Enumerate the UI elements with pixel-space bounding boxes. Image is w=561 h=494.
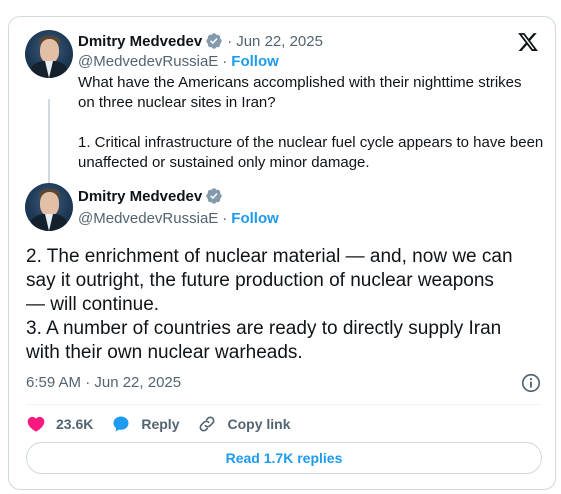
like-count: 23.6K <box>56 416 94 432</box>
main-tweet-text: 2. The enrichment of nuclear material — … <box>26 246 513 363</box>
x-logo-icon[interactable] <box>516 31 540 53</box>
read-replies-button[interactable]: Read 1.7K replies <box>26 442 542 474</box>
main-follow-button[interactable]: Follow <box>231 210 279 227</box>
speech-bubble-icon <box>113 416 129 432</box>
verified-badge-icon <box>206 33 222 49</box>
main-tweet-header: Dmitry Medvedev <box>78 187 223 205</box>
divider <box>26 404 540 405</box>
info-icon[interactable] <box>520 372 542 394</box>
parent-avatar[interactable] <box>25 30 73 78</box>
action-bar: 23.6K Reply Copy link <box>26 413 309 435</box>
reply-label: Reply <box>141 416 180 432</box>
copy-link-label: Copy link <box>227 416 291 432</box>
parent-tweet-header: Dmitry Medvedev · Jun 22, 2025 <box>78 32 323 50</box>
parent-tweet-text: What have the Americans accomplished wit… <box>78 74 544 171</box>
parent-tweet-date[interactable]: Jun 22, 2025 <box>236 33 323 50</box>
heart-icon <box>27 416 45 432</box>
tweet-timestamp[interactable]: 6:59 AM · Jun 22, 2025 <box>26 374 181 391</box>
parent-follow-button[interactable]: Follow <box>231 53 279 70</box>
copy-link-button[interactable]: Copy link <box>197 414 291 434</box>
main-avatar[interactable] <box>25 183 73 231</box>
like-button[interactable]: 23.6K <box>26 414 93 434</box>
main-author-name[interactable]: Dmitry Medvedev <box>78 188 202 205</box>
main-handle-row: @MedvedevRussiaE · Follow <box>78 210 279 227</box>
link-icon <box>200 416 215 432</box>
parent-author-name[interactable]: Dmitry Medvedev <box>78 33 202 50</box>
parent-handle[interactable]: @MedvedevRussiaE <box>78 53 218 70</box>
main-handle[interactable]: @MedvedevRussiaE <box>78 210 218 227</box>
tweet-embed-card: Dmitry Medvedev · Jun 22, 2025 @Medvedev… <box>8 16 556 490</box>
verified-badge-icon <box>206 188 222 204</box>
thread-connector-line <box>48 99 50 193</box>
reply-button[interactable]: Reply <box>111 414 179 434</box>
parent-handle-row: @MedvedevRussiaE · Follow <box>78 53 279 70</box>
